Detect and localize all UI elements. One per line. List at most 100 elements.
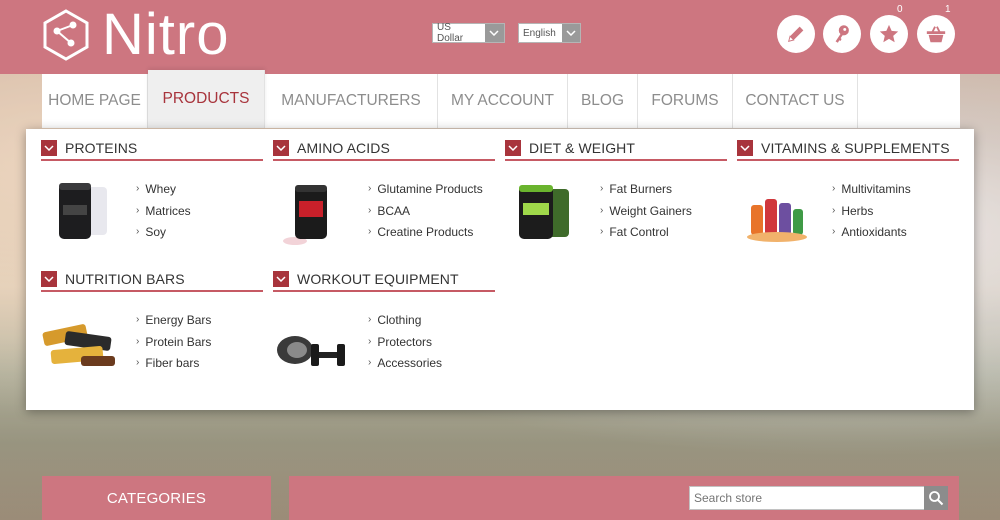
protein-tub-image	[59, 183, 107, 239]
category-header: PROTEINS	[41, 139, 263, 161]
nav-home-page[interactable]: HOME PAGE	[42, 74, 148, 128]
pencil-icon	[788, 26, 804, 42]
subcategory-link[interactable]: › Fiber bars	[136, 355, 211, 377]
language-value: English	[523, 27, 556, 39]
category-title[interactable]: AMINO ACIDS	[297, 140, 390, 156]
chevron-right-icon: ›	[136, 335, 140, 347]
category-nutrition-bars: NUTRITION BARS › Energy Bars › Protein Bar…	[41, 270, 263, 370]
category-header: VITAMINS & SUPPLEMENTS	[737, 139, 959, 161]
subcategory-link[interactable]: › Fat Control	[600, 224, 692, 246]
chevron-right-icon: ›	[368, 335, 372, 347]
main-nav: HOME PAGE PRODUCTS MANUFACTURERS MY ACCO…	[42, 70, 960, 128]
currency-select[interactable]: US Dollar	[432, 22, 505, 44]
chevron-right-icon: ›	[368, 357, 372, 368]
chevron-right-icon: ›	[600, 204, 604, 216]
logo-hexagon-icon	[43, 9, 89, 61]
key-icon	[835, 25, 849, 43]
chevron-right-icon: ›	[136, 314, 140, 325]
wishlist-button[interactable]	[870, 15, 908, 53]
category-header: WORKOUT EQUIPMENT	[273, 270, 495, 292]
chevron-right-icon: ›	[368, 226, 372, 237]
logo[interactable]: Nitro	[40, 6, 229, 64]
chevron-right-icon: ›	[832, 183, 836, 194]
subcategory-link[interactable]: › Glutamine Products	[368, 181, 483, 203]
subcategory-link[interactable]: › Protein Bars	[136, 334, 211, 356]
vitamin-bottles-image	[747, 199, 807, 242]
login-button[interactable]	[823, 15, 861, 53]
category-title[interactable]: VITAMINS & SUPPLEMENTS	[761, 140, 950, 156]
subcategory-link[interactable]: › Herbs	[832, 203, 911, 225]
category-header: DIET & WEIGHT	[505, 139, 727, 161]
category-title[interactable]: WORKOUT EQUIPMENT	[297, 271, 459, 287]
chevron-right-icon: ›	[368, 183, 372, 194]
subcategory-link[interactable]: › Clothing	[368, 312, 442, 334]
category-links: › Energy Bars › Protein Bars › Fiber bars	[136, 312, 211, 377]
chevron-down-icon[interactable]	[505, 140, 521, 156]
chevron-down-icon[interactable]	[737, 140, 753, 156]
chevron-down-icon[interactable]	[273, 271, 289, 287]
chevron-down-icon[interactable]	[273, 140, 289, 156]
language-select[interactable]: English	[518, 23, 581, 43]
nav-contact-us[interactable]: CONTACT US	[733, 74, 858, 128]
subcategory-link[interactable]: › Creatine Products	[368, 224, 483, 246]
site-header: Nitro US Dollar English 0 1	[0, 0, 1000, 74]
nav-forums[interactable]: FORUMS	[638, 74, 733, 128]
basket-icon	[926, 26, 946, 43]
subcategory-link[interactable]: › Multivitamins	[832, 181, 911, 203]
register-button[interactable]	[777, 15, 815, 53]
category-diet-weight: DIET & WEIGHT › Fat Burners › Weight Gaine…	[505, 139, 727, 239]
category-links: › Glutamine Products › BCAA › Creatine Prod…	[368, 181, 483, 246]
categories-heading[interactable]: CATEGORIES	[42, 476, 271, 520]
category-title[interactable]: DIET & WEIGHT	[529, 140, 635, 156]
logo-text: Nitro	[102, 2, 230, 67]
chevron-right-icon: ›	[600, 183, 604, 194]
chevron-down-icon	[561, 24, 580, 42]
star-icon	[879, 24, 899, 43]
wishlist-count: 0	[897, 4, 903, 15]
subcategory-link[interactable]: › Energy Bars	[136, 312, 211, 334]
category-title[interactable]: PROTEINS	[65, 140, 137, 156]
subcategory-link[interactable]: › Antioxidants	[832, 224, 911, 246]
category-header: NUTRITION BARS	[41, 270, 263, 292]
chevron-down-icon[interactable]	[41, 140, 57, 156]
category-links: › Clothing › Protectors › Accessories	[368, 312, 442, 377]
category-links: › Whey › Matrices › Soy	[136, 181, 191, 246]
chevron-right-icon: ›	[368, 204, 372, 216]
chevron-right-icon: ›	[368, 314, 372, 325]
products-mega-menu: PROTEINS › Whey › Matrices › Soy AMINO ACID…	[26, 129, 974, 410]
search-input[interactable]	[689, 486, 925, 510]
subcategory-link[interactable]: › Whey	[136, 181, 191, 203]
nav-products[interactable]: PRODUCTS	[148, 70, 265, 128]
subcategory-link[interactable]: › Soy	[136, 224, 191, 246]
category-proteins: PROTEINS › Whey › Matrices › Soy	[41, 139, 263, 239]
chevron-right-icon: ›	[136, 226, 140, 237]
search-icon	[929, 491, 944, 506]
subcategory-link[interactable]: › Weight Gainers	[600, 203, 692, 225]
cart-button[interactable]	[917, 15, 955, 53]
nav-blog[interactable]: BLOG	[568, 74, 638, 128]
workout-equipment-image	[277, 336, 345, 366]
subcategory-link[interactable]: › Accessories	[368, 355, 442, 377]
chevron-right-icon: ›	[832, 204, 836, 216]
chevron-right-icon: ›	[136, 357, 140, 368]
chevron-right-icon: ›	[136, 204, 140, 216]
category-header: AMINO ACIDS	[273, 139, 495, 161]
category-links: › Fat Burners › Weight Gainers › Fat Contro…	[600, 181, 692, 246]
category-title[interactable]: NUTRITION BARS	[65, 271, 185, 287]
chevron-right-icon: ›	[136, 183, 140, 194]
category-links: › Multivitamins › Herbs › Antioxidants	[832, 181, 911, 246]
nav-my-account[interactable]: MY ACCOUNT	[438, 74, 568, 128]
subcategory-link[interactable]: › Protectors	[368, 334, 442, 356]
amino-tub-image	[283, 185, 327, 245]
subcategory-link[interactable]: › BCAA	[368, 203, 483, 225]
currency-value: US Dollar	[437, 22, 464, 44]
category-amino-acids: AMINO ACIDS › Glutamine Products › BCAA › C…	[273, 139, 495, 245]
nav-manufacturers[interactable]: MANUFACTURERS	[265, 74, 438, 128]
category-workout-equipment: WORKOUT EQUIPMENT › Clothing › Protectors …	[273, 270, 495, 370]
chevron-down-icon[interactable]	[41, 271, 57, 287]
subcategory-link[interactable]: › Fat Burners	[600, 181, 692, 203]
diet-tub-image	[519, 185, 569, 239]
search-button[interactable]	[924, 486, 948, 510]
subcategory-link[interactable]: › Matrices	[136, 203, 191, 225]
cart-count: 1	[945, 4, 951, 15]
